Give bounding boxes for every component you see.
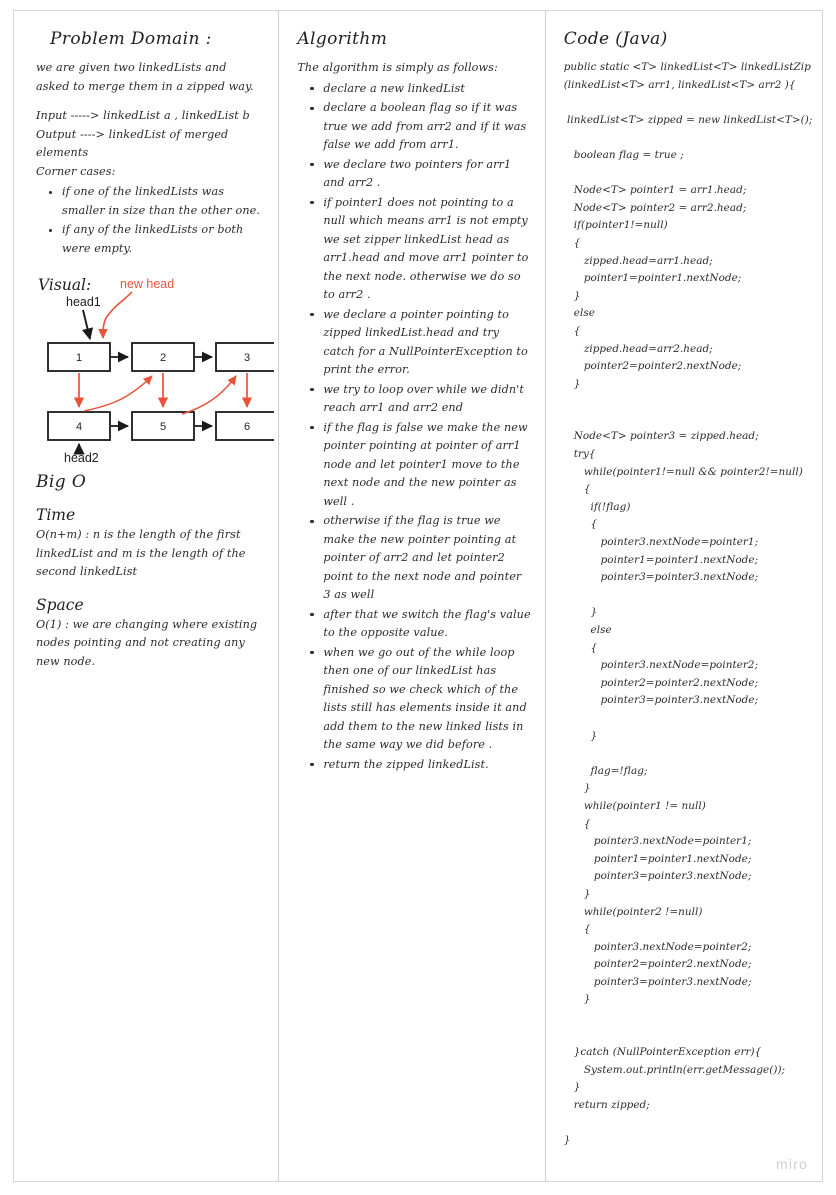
node-value: 5 [160,421,166,433]
node-value: 3 [244,352,250,364]
list-item: return the zipped linkedList. [310,756,530,775]
code-block: public static <T> linkedList<T> linkedLi… [563,61,813,1147]
list-item: after that we switch the flag's value to… [310,606,531,643]
algorithm-title: Algorithm [297,29,388,49]
list-item: declare a new linkedList [310,80,530,99]
problem-input-line: Input -----> linkedList a , linkedList b [36,109,250,122]
node-value: 6 [244,421,250,433]
list-item: if any of the linkedLists or both were e… [48,221,262,258]
node-value: 1 [76,352,82,364]
three-column-layout: Problem Domain : we are given two linked… [14,11,822,1181]
problem-domain-intro: we are given two linkedLists and asked t… [36,61,254,93]
column-algorithm: Algorithm The algorithm is simply as fol… [278,11,544,1181]
list-item: otherwise if the flag is true we make th… [310,512,530,605]
list-item: we declare two pointers for arr1 and arr… [310,156,530,193]
new-head-label: new head [120,277,174,291]
list-item: we try to loop over while we didn't reac… [310,381,530,418]
head1-arrow [81,309,94,341]
miro-watermark: miro [775,1156,808,1172]
zip-arrow-5-to-3 [181,375,237,415]
list-item: if one of the linkedLists was smaller in… [48,183,262,220]
head2-label: head2 [64,451,99,465]
algorithm-intro: The algorithm is simply as follows: [297,61,498,74]
node-value: 2 [160,352,166,364]
list-item: if the flag is false we make the new poi… [310,419,530,512]
visual-diagram-section: Visual: new head head1 head2 1 2 3 4 5 6 [36,276,274,466]
zip-arrow-4-to-2 [83,375,153,412]
big-o-time-label: Time [36,506,76,524]
whiteboard-note: Problem Domain : we are given two linked… [13,10,823,1182]
list-item: when we go out of the while loop then on… [310,644,530,755]
linked-list-diagram: new head head1 head2 1 2 3 4 5 6 [47,277,274,465]
list-item: declare a boolean flag so if it was true… [310,99,530,155]
big-o-title: Big O [36,472,87,492]
head1-label: head1 [66,295,101,309]
new-head-arrow [98,291,133,339]
problem-output-line: Output ----> linkedList of merged elemen… [36,127,229,160]
big-o-space-label: Space [36,595,84,614]
algorithm-steps-list: declare a new linkedList declare a boole… [297,80,531,775]
corner-cases-label: Corner cases: [36,164,116,178]
list-item: if pointer1 does not pointing to a null … [310,194,530,305]
code-title: Code (Java) [563,29,668,49]
problem-domain-title: Problem Domain : [50,29,212,49]
column-code: Code (Java) public static <T> linkedList… [544,11,822,1181]
node-value: 4 [76,421,82,433]
big-o-space-text: O(1) : we are changing where existing no… [36,617,258,668]
corner-cases-list: if one of the linkedLists was smaller in… [36,183,262,258]
list-item: we declare a pointer pointing to zipped … [310,306,530,380]
big-o-time-text: O(n+m) : n is the length of the first li… [36,528,246,578]
column-problem-domain: Problem Domain : we are given two linked… [14,11,278,1181]
